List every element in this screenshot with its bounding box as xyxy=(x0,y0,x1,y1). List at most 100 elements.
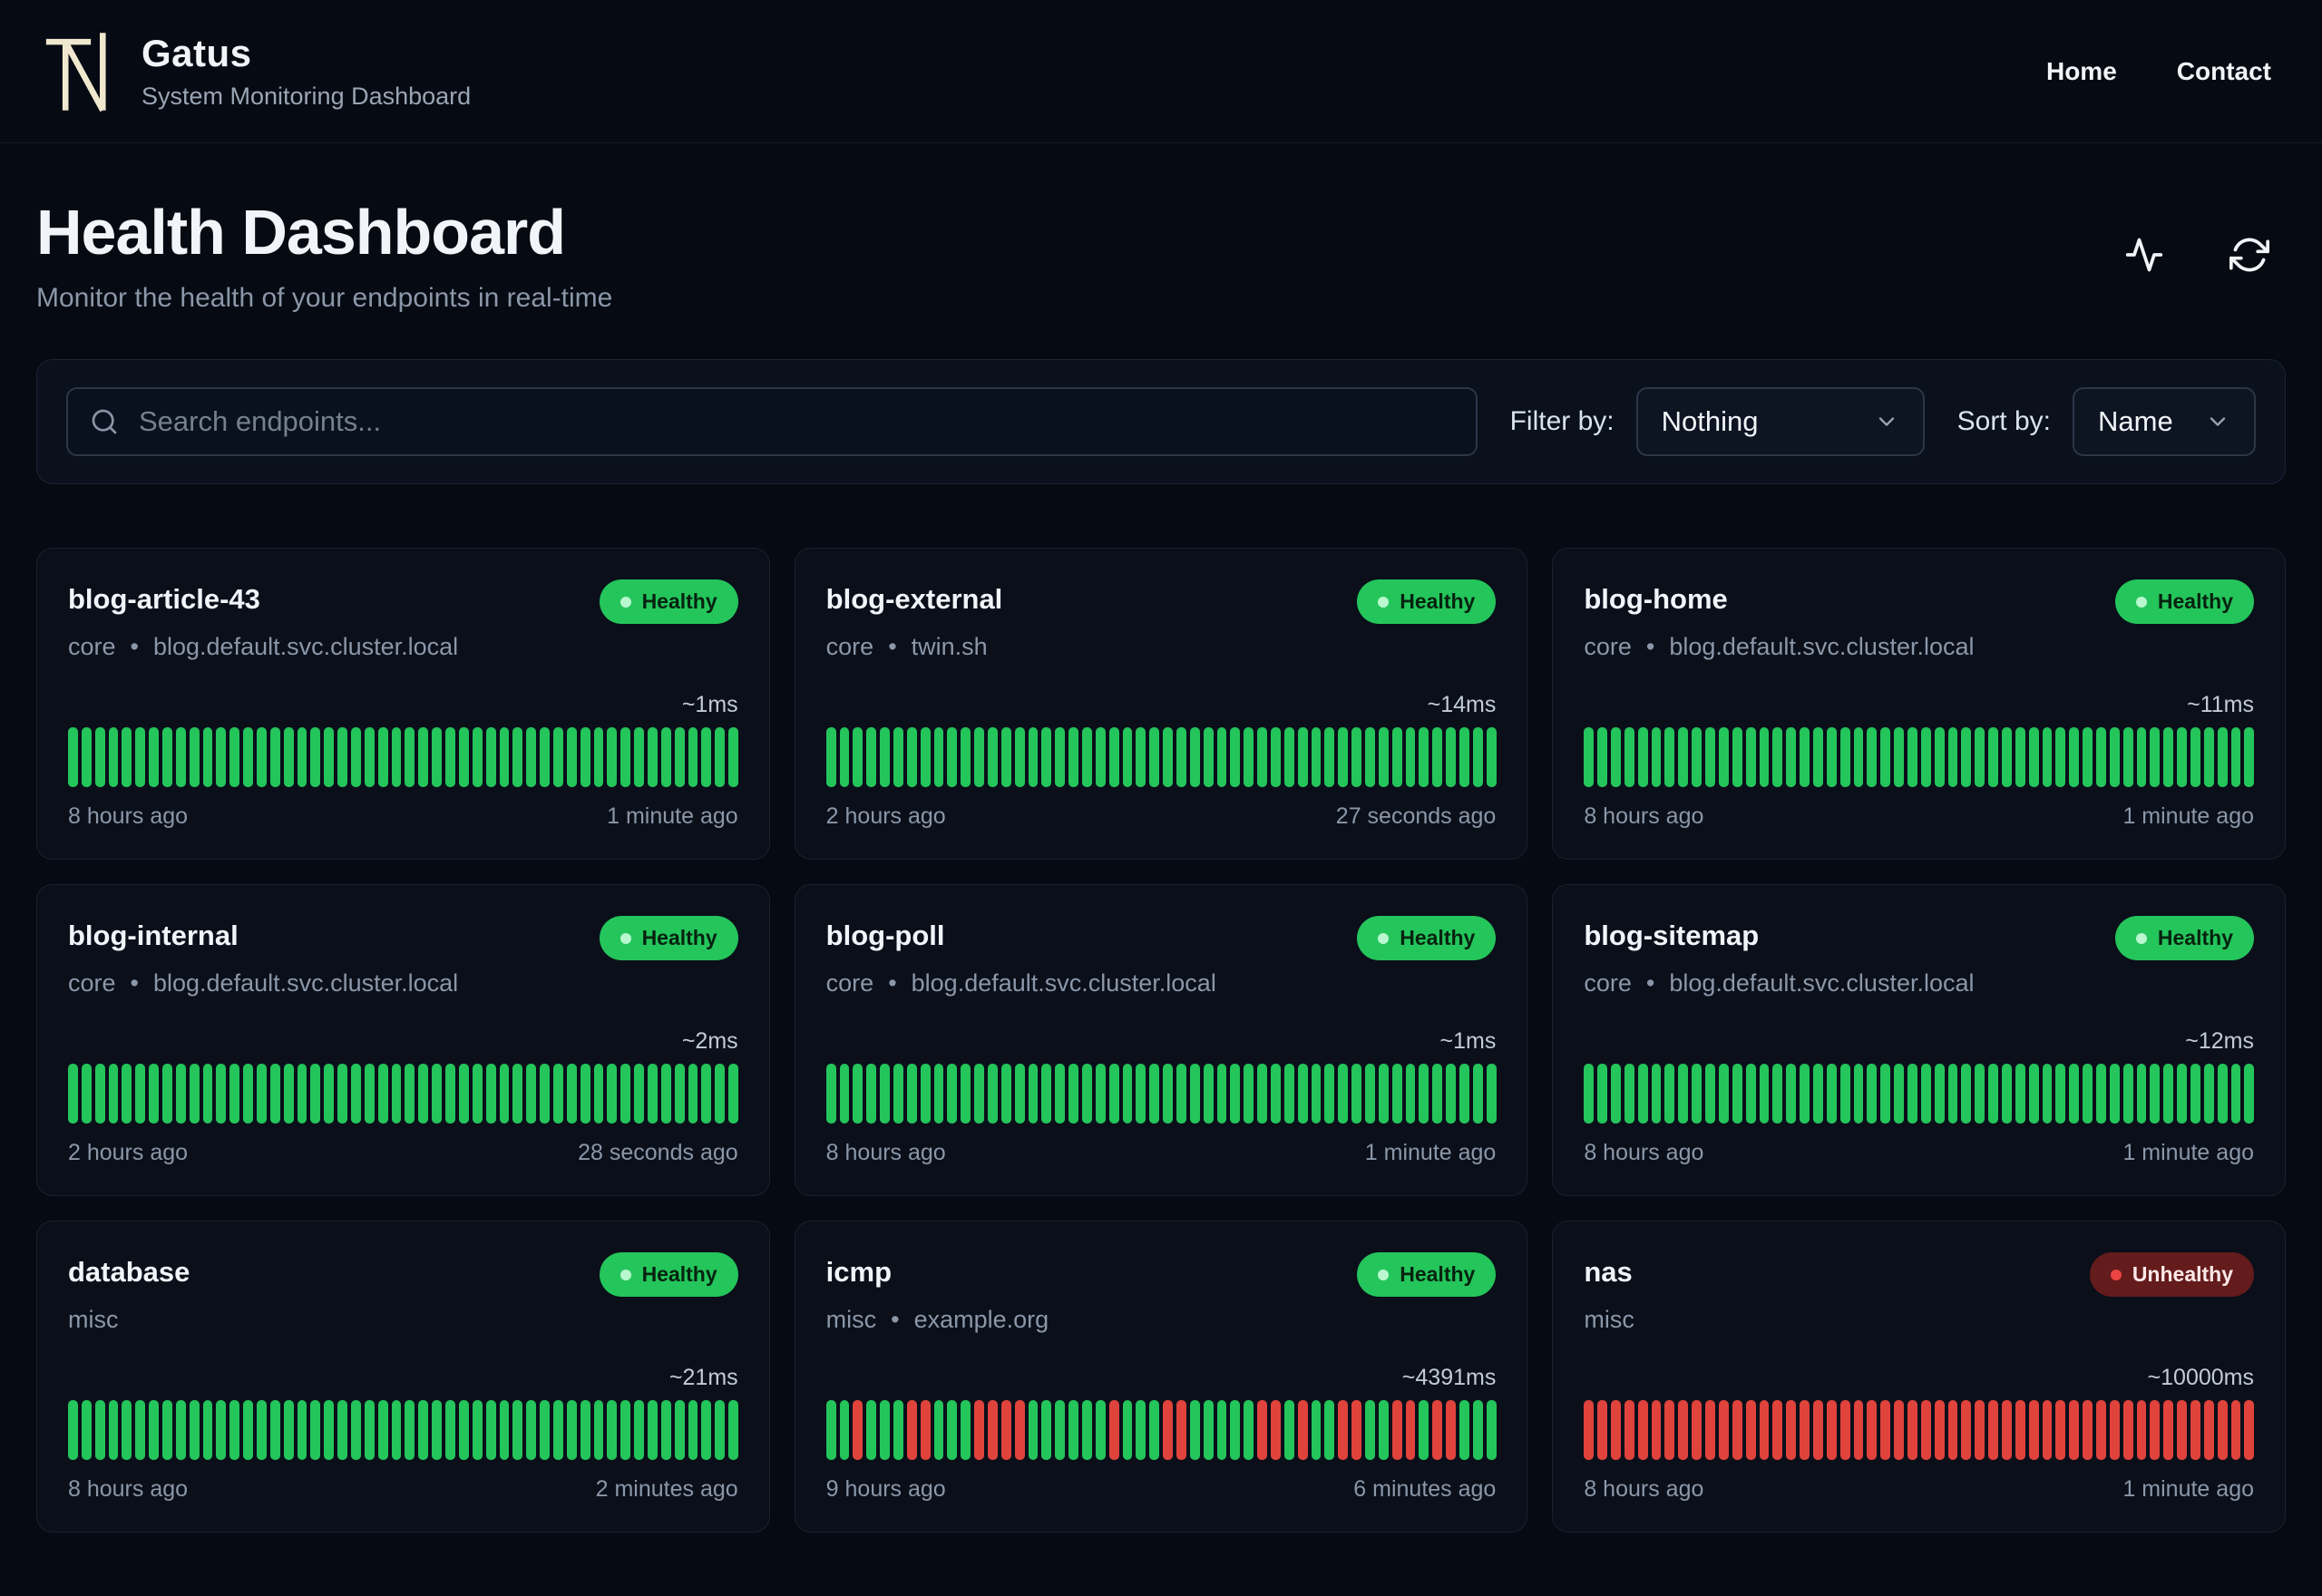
uptime-bar[interactable] xyxy=(68,1400,78,1460)
uptime-bar[interactable] xyxy=(2244,1064,2255,1124)
uptime-bar[interactable] xyxy=(432,727,443,787)
uptime-bar[interactable] xyxy=(607,727,618,787)
uptime-bar[interactable] xyxy=(445,727,455,787)
uptime-bar[interactable] xyxy=(880,1400,890,1460)
uptime-bar[interactable] xyxy=(391,727,402,787)
uptime-bar[interactable] xyxy=(674,727,685,787)
uptime-bar[interactable] xyxy=(1122,1400,1133,1460)
uptime-bar[interactable] xyxy=(715,1400,726,1460)
uptime-bar[interactable] xyxy=(1812,1400,1823,1460)
uptime-bar[interactable] xyxy=(297,727,307,787)
uptime-bar[interactable] xyxy=(1203,1400,1214,1460)
uptime-bar[interactable] xyxy=(1732,1400,1742,1460)
uptime-bar[interactable] xyxy=(189,1400,200,1460)
uptime-bar[interactable] xyxy=(1486,1400,1497,1460)
uptime-bar[interactable] xyxy=(728,1064,738,1124)
uptime-bar[interactable] xyxy=(122,727,132,787)
uptime-bar[interactable] xyxy=(1095,1400,1106,1460)
uptime-bar[interactable] xyxy=(1283,727,1294,787)
uptime-bar[interactable] xyxy=(1432,1064,1443,1124)
uptime-bar[interactable] xyxy=(1338,1064,1349,1124)
uptime-bar[interactable] xyxy=(880,1064,890,1124)
uptime-bar[interactable] xyxy=(1934,1064,1945,1124)
uptime-bar[interactable] xyxy=(202,727,213,787)
uptime-bar[interactable] xyxy=(2136,1400,2147,1460)
uptime-bar[interactable] xyxy=(688,1400,698,1460)
uptime-bar[interactable] xyxy=(593,1064,604,1124)
uptime-bar[interactable] xyxy=(2042,1400,2053,1460)
uptime-bar[interactable] xyxy=(1014,1064,1025,1124)
uptime-bar[interactable] xyxy=(839,1400,850,1460)
uptime-bar[interactable] xyxy=(1637,1400,1648,1460)
uptime-bar[interactable] xyxy=(1297,727,1308,787)
uptime-bar[interactable] xyxy=(257,1400,267,1460)
uptime-bar[interactable] xyxy=(1839,1400,1850,1460)
uptime-bar[interactable] xyxy=(620,727,631,787)
uptime-bar[interactable] xyxy=(1189,1064,1200,1124)
uptime-bar[interactable] xyxy=(1149,727,1160,787)
uptime-bar[interactable] xyxy=(432,1400,443,1460)
uptime-bar[interactable] xyxy=(364,727,375,787)
uptime-bar[interactable] xyxy=(2177,727,2187,787)
uptime-bar[interactable] xyxy=(540,1400,550,1460)
activity-pulse-icon[interactable] xyxy=(2124,235,2164,275)
uptime-bar[interactable] xyxy=(1068,1064,1078,1124)
uptime-bar[interactable] xyxy=(1772,727,1783,787)
uptime-bar[interactable] xyxy=(1853,1400,1864,1460)
uptime-bar[interactable] xyxy=(405,1400,415,1460)
uptime-bar[interactable] xyxy=(243,1400,254,1460)
uptime-bar[interactable] xyxy=(1812,727,1823,787)
uptime-bar[interactable] xyxy=(552,1400,563,1460)
uptime-bar[interactable] xyxy=(1920,727,1931,787)
uptime-bar[interactable] xyxy=(566,727,577,787)
uptime-bar[interactable] xyxy=(2217,1400,2228,1460)
uptime-bar[interactable] xyxy=(933,1400,944,1460)
uptime-bar[interactable] xyxy=(1324,1400,1335,1460)
uptime-bar[interactable] xyxy=(1745,1400,1756,1460)
uptime-bar[interactable] xyxy=(866,1400,877,1460)
uptime-bar[interactable] xyxy=(1853,727,1864,787)
uptime-bar[interactable] xyxy=(108,727,119,787)
uptime-bar[interactable] xyxy=(2244,727,2255,787)
uptime-bar[interactable] xyxy=(1894,1064,1904,1124)
uptime-bar[interactable] xyxy=(81,1064,92,1124)
uptime-bar[interactable] xyxy=(866,1064,877,1124)
uptime-bar[interactable] xyxy=(1081,1400,1092,1460)
uptime-bar[interactable] xyxy=(1651,1064,1662,1124)
uptime-bar[interactable] xyxy=(458,1064,469,1124)
uptime-bar[interactable] xyxy=(593,727,604,787)
uptime-bar[interactable] xyxy=(405,727,415,787)
uptime-bar[interactable] xyxy=(202,1064,213,1124)
uptime-bar[interactable] xyxy=(1975,727,1985,787)
uptime-bar[interactable] xyxy=(1907,727,1917,787)
uptime-bar[interactable] xyxy=(688,727,698,787)
uptime-bar[interactable] xyxy=(1351,1064,1362,1124)
uptime-bar[interactable] xyxy=(1230,727,1241,787)
uptime-bar[interactable] xyxy=(853,1064,863,1124)
uptime-bar[interactable] xyxy=(1692,1064,1702,1124)
uptime-bar[interactable] xyxy=(391,1400,402,1460)
uptime-bar[interactable] xyxy=(1068,727,1078,787)
uptime-bar[interactable] xyxy=(324,1064,335,1124)
uptime-bar[interactable] xyxy=(1692,1400,1702,1460)
uptime-bar[interactable] xyxy=(961,1400,971,1460)
uptime-bar[interactable] xyxy=(1136,727,1146,787)
uptime-bar[interactable] xyxy=(701,727,712,787)
uptime-bar[interactable] xyxy=(2136,1064,2147,1124)
uptime-bar[interactable] xyxy=(1095,1064,1106,1124)
uptime-bar[interactable] xyxy=(2109,1400,2120,1460)
uptime-bar[interactable] xyxy=(1894,1400,1904,1460)
uptime-bar[interactable] xyxy=(2150,1064,2161,1124)
uptime-bar[interactable] xyxy=(1961,727,1972,787)
uptime-bar[interactable] xyxy=(175,1400,186,1460)
uptime-bar[interactable] xyxy=(216,727,227,787)
uptime-bar[interactable] xyxy=(2230,1064,2241,1124)
uptime-bar[interactable] xyxy=(1055,1064,1066,1124)
uptime-bar[interactable] xyxy=(1759,1064,1770,1124)
uptime-bar[interactable] xyxy=(1338,1400,1349,1460)
uptime-bar[interactable] xyxy=(1216,1400,1227,1460)
uptime-bar[interactable] xyxy=(175,727,186,787)
uptime-bar[interactable] xyxy=(1419,727,1429,787)
uptime-bar[interactable] xyxy=(418,1064,429,1124)
uptime-bar[interactable] xyxy=(135,1400,146,1460)
